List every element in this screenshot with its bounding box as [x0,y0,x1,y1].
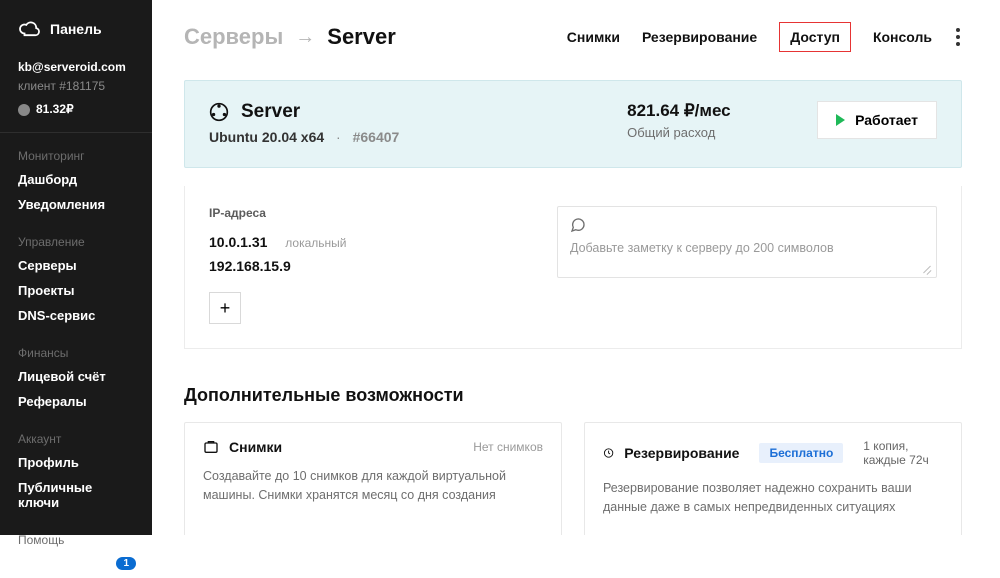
ip-row: 10.0.1.31 локальный [209,234,529,250]
nav-group-finance: Финансы Лицевой счёт Рефералы [0,330,152,416]
account-client: клиент #181175 [18,77,136,96]
note-placeholder: Добавьте заметку к серверу до 200 символ… [570,241,924,255]
resize-handle-icon[interactable] [922,263,932,273]
brand[interactable]: Панель [0,10,152,48]
play-icon [836,114,845,126]
server-subtitle: Ubuntu 20.04 x64 · #66407 [209,129,627,145]
account-email[interactable]: kb@serveroid.com [18,58,136,77]
price-value: 821.64 ₽/мес [627,101,817,121]
breadcrumb-current: Server [327,24,396,50]
server-os: Ubuntu 20.04 x64 [209,129,324,145]
card-title: Снимки [229,439,282,455]
nav-group-title: Мониторинг [0,143,152,167]
add-ip-button[interactable]: + [209,292,241,324]
nav-group-help: Помощь Поддержка 1 [0,517,152,578]
sidebar-item-referrals[interactable]: Рефералы [0,389,152,414]
server-hero: Server Ubuntu 20.04 x64 · #66407 821.64 … [184,80,962,168]
snapshot-status: Нет снимков [473,440,543,454]
tabs: Снимки Резервирование Доступ Консоль [567,22,962,52]
sidebar-item-servers[interactable]: Серверы [0,253,152,278]
server-id: #66407 [353,129,400,145]
card-snapshots[interactable]: Снимки Нет снимков Создавайте до 10 сним… [184,422,562,535]
server-name: Server [241,101,300,123]
card-backup[interactable]: Резервирование Бесплатно 1 копия, каждые… [584,422,962,535]
nav-group-account: Аккаунт Профиль Публичные ключи [0,416,152,517]
sidebar-item-support[interactable]: Поддержка 1 [0,551,152,576]
main-content: Серверы → Server Снимки Резервирование Д… [152,0,1000,535]
topbar: Серверы → Server Снимки Резервирование Д… [184,22,962,52]
balance-value: 81.32₽ [36,100,74,119]
cloud-logo-icon [18,20,40,38]
ip-title: IP-адреса [209,206,529,220]
backup-meta: 1 копия, каждые 72ч [863,439,943,467]
tab-console[interactable]: Консоль [873,23,932,51]
nav-group-monitoring: Мониторинг Дашборд Уведомления [0,133,152,219]
hero-pricing: 821.64 ₽/мес Общий расход [627,101,817,140]
sidebar-item-keys[interactable]: Публичные ключи [0,475,152,515]
tab-snapshots[interactable]: Снимки [567,23,620,51]
nav-group-title: Аккаунт [0,426,152,450]
ip-tag: локальный [285,236,346,250]
breadcrumb: Серверы → Server [184,24,396,50]
card-desc: Резервирование позволяет надежно сохрани… [603,479,943,518]
arrow-right-icon: → [295,26,315,49]
more-menu-icon[interactable] [954,24,962,50]
snapshot-icon [203,439,219,455]
breadcrumb-root[interactable]: Серверы [184,24,283,50]
coin-icon [18,104,30,116]
note-textarea[interactable]: Добавьте заметку к серверу до 200 символ… [557,206,937,278]
price-sub: Общий расход [627,125,817,140]
nav-group-title: Финансы [0,340,152,364]
card-desc: Создавайте до 10 снимков для каждой вирт… [203,467,543,506]
sidebar-item-dashboard[interactable]: Дашборд [0,167,152,192]
support-badge: 1 [116,557,136,570]
nav-group-title: Помощь [0,527,152,551]
sidebar-item-projects[interactable]: Проекты [0,278,152,303]
sidebar-item-profile[interactable]: Профиль [0,450,152,475]
account-block: kb@serveroid.com клиент #181175 81.32₽ [0,48,152,133]
status-label: Работает [855,112,918,128]
tab-access[interactable]: Доступ [779,22,851,52]
tab-backup[interactable]: Резервирование [642,23,757,51]
ubuntu-icon [209,102,229,122]
note-column: Добавьте заметку к серверу до 200 символ… [557,206,937,324]
sidebar-item-billing[interactable]: Лицевой счёт [0,364,152,389]
chat-icon [570,217,586,233]
account-balance[interactable]: 81.32₽ [18,100,136,119]
free-badge: Бесплатно [759,443,843,463]
hero-left: Server Ubuntu 20.04 x64 · #66407 [209,101,627,145]
sidebar-item-dns[interactable]: DNS-сервис [0,303,152,328]
extras-cards: Снимки Нет снимков Создавайте до 10 сним… [184,422,962,535]
ip-address[interactable]: 10.0.1.31 [209,234,267,250]
clock-icon [603,445,614,461]
sidebar: Панель kb@serveroid.com клиент #181175 8… [0,0,152,535]
card-title: Резервирование [624,445,739,461]
sidebar-item-notifications[interactable]: Уведомления [0,192,152,217]
ip-column: IP-адреса 10.0.1.31 локальный 192.168.15… [209,206,529,324]
nav-group-title: Управление [0,229,152,253]
ip-address[interactable]: 192.168.15.9 [209,258,291,274]
server-body: IP-адреса 10.0.1.31 локальный 192.168.15… [184,186,962,349]
extras-title: Дополнительные возможности [184,385,962,406]
ip-row: 192.168.15.9 [209,258,529,274]
nav-group-manage: Управление Серверы Проекты DNS-сервис [0,219,152,330]
status-button[interactable]: Работает [817,101,937,139]
brand-text: Панель [50,21,102,37]
